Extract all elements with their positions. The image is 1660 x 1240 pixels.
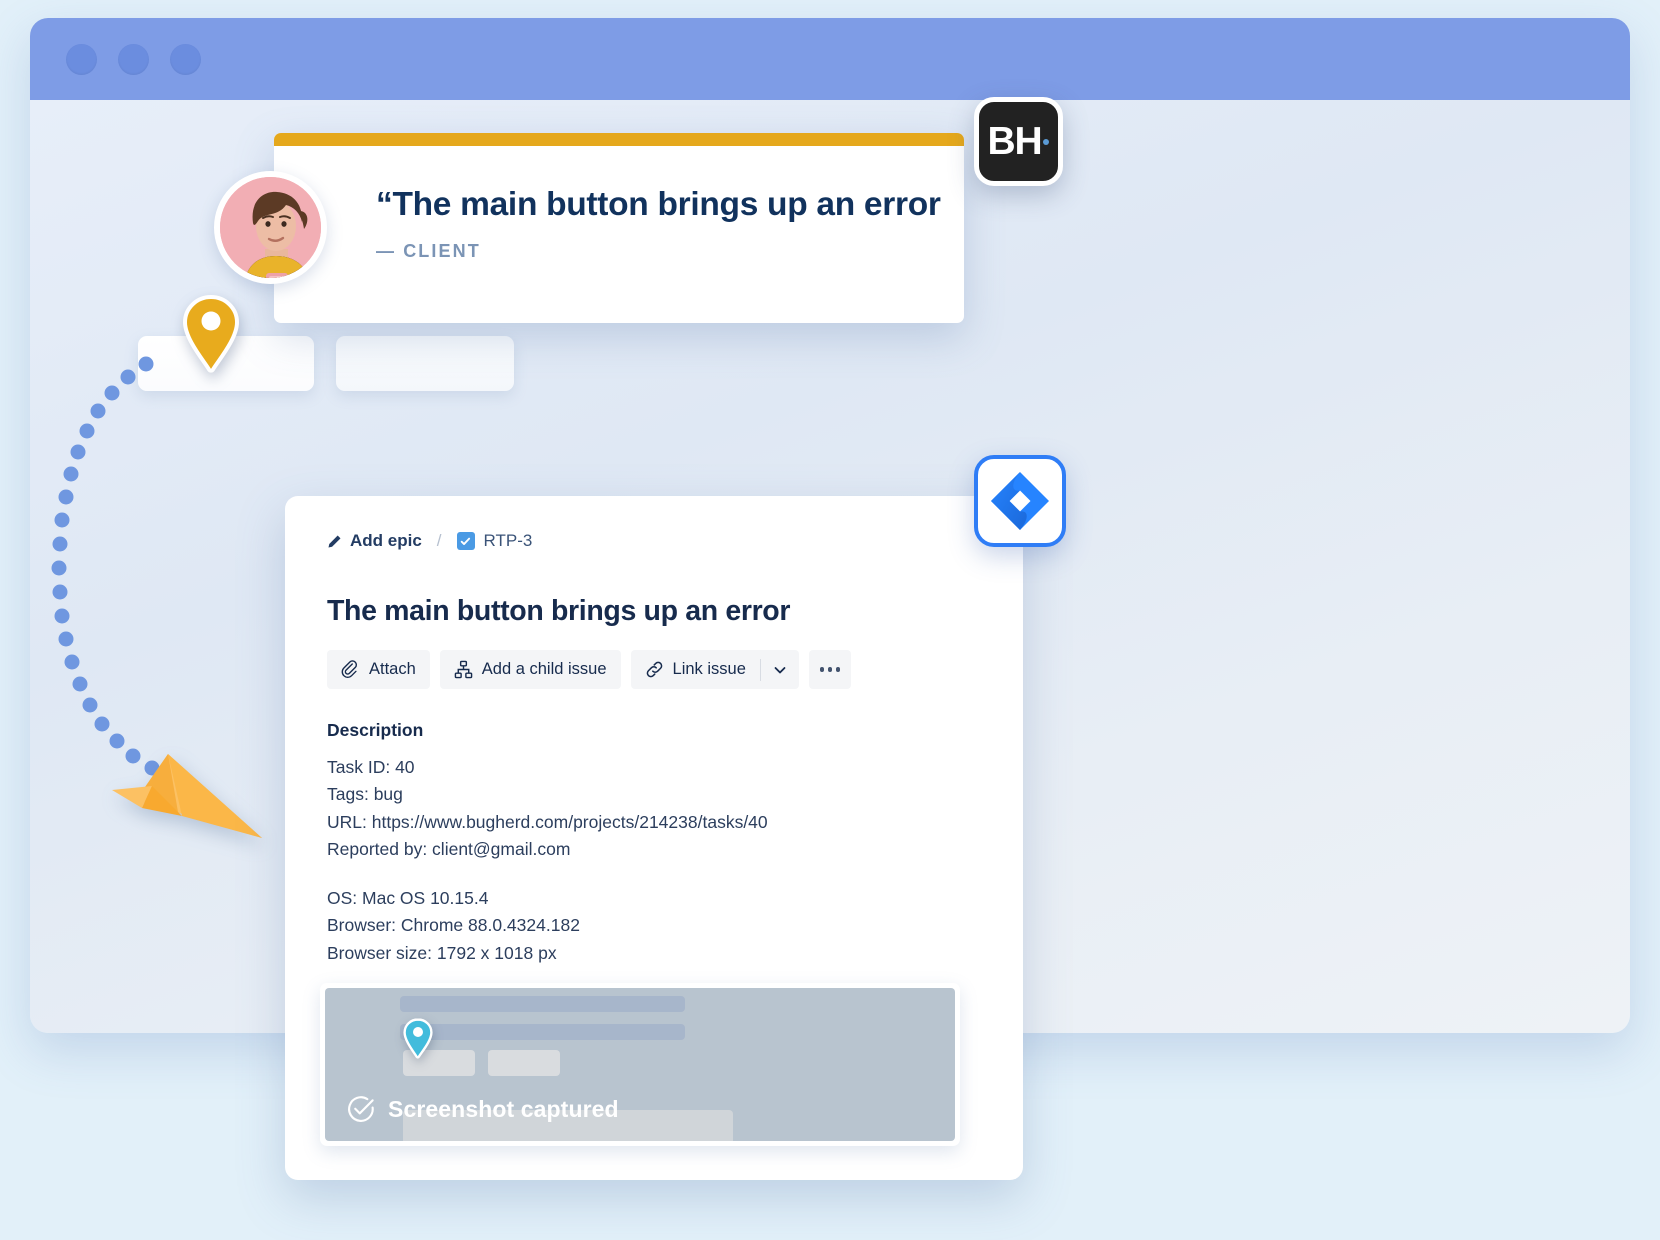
chevron-down-icon [774, 666, 786, 673]
screenshot-attachment-preview[interactable]: Screenshot captured [320, 983, 960, 1146]
breadcrumb-task-link[interactable]: RTP-3 [456, 531, 533, 551]
page-title: The main button brings up an error [327, 595, 791, 627]
browser-titlebar [30, 18, 1630, 100]
quote-accent-bar [274, 133, 964, 146]
paper-plane-icon [112, 754, 262, 838]
avatar [214, 171, 327, 284]
issue-toolbar: Attach Add a child issue Link issue [327, 650, 981, 689]
bugherd-logo-label: BH [987, 120, 1043, 163]
description-line: Tags: bug [327, 784, 403, 805]
quote-text: “The main button brings up an error [376, 186, 941, 223]
link-issue-button[interactable]: Link issue [631, 650, 760, 689]
ghost-input-field-2[interactable] [336, 336, 514, 391]
skeleton-bar [400, 996, 685, 1012]
minimize-icon[interactable] [118, 43, 149, 75]
task-type-checkbox-icon [456, 532, 475, 550]
screenshot-pin-icon [403, 1018, 433, 1059]
link-issue-split-button: Link issue [630, 650, 799, 689]
add-epic-label: Add epic [350, 531, 422, 550]
breadcrumb: Add epic / RTP-3 [327, 531, 981, 551]
screenshot-captured-text: Screenshot captured [388, 1096, 619, 1122]
more-actions-button[interactable] [808, 650, 851, 689]
add-child-issue-button[interactable]: Add a child issue [439, 650, 621, 689]
more-dot-icon [835, 667, 841, 672]
attach-button[interactable]: Attach [327, 650, 430, 689]
attach-label: Attach [369, 660, 416, 678]
screenshot-captured-label: Screenshot captured [347, 1095, 619, 1124]
pencil-icon [328, 535, 341, 547]
more-dot-icon [827, 667, 833, 672]
close-icon[interactable] [66, 43, 97, 75]
more-dot-icon [819, 667, 825, 672]
client-quote-card: “The main button brings up an error — CL… [214, 133, 964, 323]
description-line: Reported by: client@gmail.com [327, 838, 571, 859]
link-issue-dropdown-button[interactable] [761, 650, 799, 689]
jira-logo-badge [974, 455, 1066, 547]
add-epic-button[interactable]: Add epic [327, 531, 422, 551]
description-body: Task ID: 40 Tags: bug URL: https://www.b… [327, 754, 981, 967]
check-circle-icon [348, 1096, 374, 1122]
bugherd-logo-badge: BH [974, 97, 1063, 186]
breadcrumb-separator: / [436, 531, 442, 550]
add-child-issue-label: Add a child issue [481, 660, 607, 678]
quote-attribution: — CLIENT [376, 240, 481, 261]
jira-diamond-icon [991, 472, 1049, 530]
screenshot-thumbnail: Screenshot captured [325, 988, 955, 1141]
bug-pin-marker-icon[interactable] [182, 295, 240, 373]
description-line: Browser size: 1792 x 1018 px [327, 942, 557, 963]
task-key-label: RTP-3 [483, 531, 533, 550]
description-heading: Description [327, 720, 424, 740]
paperclip-icon [341, 660, 357, 678]
description-line: URL: https://www.bugherd.com/projects/21… [327, 811, 768, 832]
hierarchy-icon [454, 660, 473, 679]
bugherd-logo-dot-icon [1043, 138, 1050, 145]
description-line: OS: Mac OS 10.15.4 [327, 888, 489, 909]
description-line: Browser: Chrome 88.0.4324.182 [327, 915, 580, 936]
description-line: Task ID: 40 [327, 757, 415, 777]
link-icon [646, 661, 662, 678]
maximize-icon[interactable] [170, 43, 201, 75]
skeleton-box [488, 1050, 560, 1076]
skeleton-bar [400, 1024, 685, 1040]
link-issue-label: Link issue [672, 660, 746, 678]
